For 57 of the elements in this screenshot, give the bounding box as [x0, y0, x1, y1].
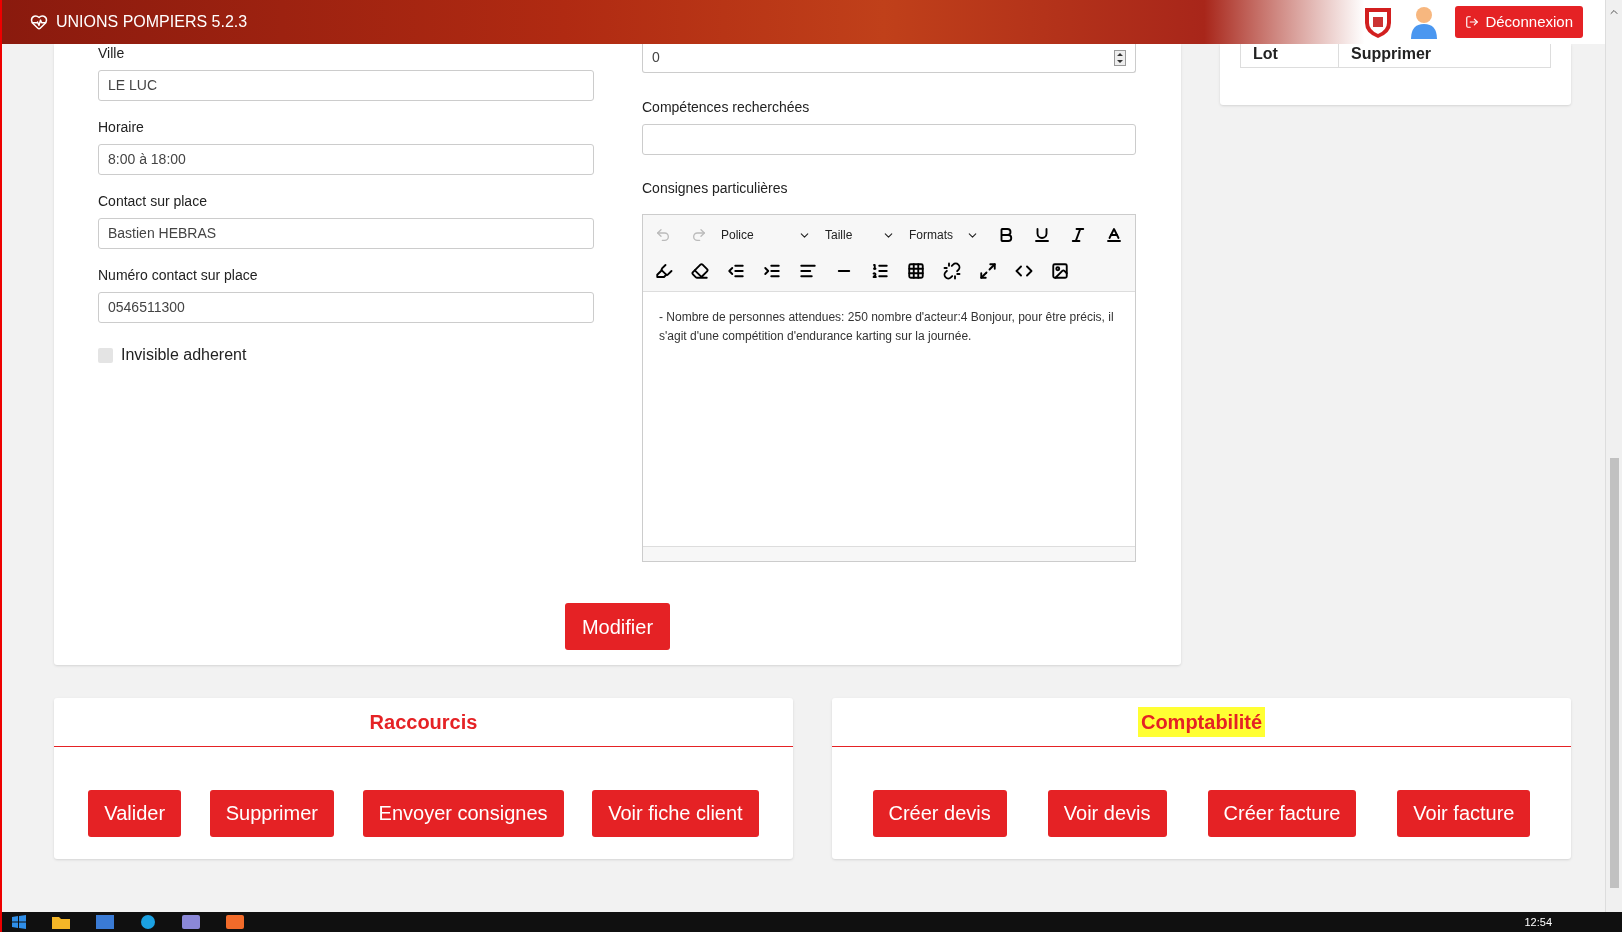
unlink-icon[interactable] [943, 262, 961, 280]
windows-logo-icon[interactable] [12, 915, 26, 929]
panel-title: Comptabilité [1137, 707, 1266, 737]
globe-icon[interactable] [140, 914, 156, 930]
text-field[interactable] [642, 124, 1136, 155]
clock: 12:54 [1524, 914, 1552, 930]
field-label: Ville [98, 44, 126, 63]
font-dropdown[interactable]: Formats [909, 226, 979, 244]
spinner-arrows-icon [1114, 49, 1126, 66]
text-field[interactable]: 0546511300 [98, 292, 594, 323]
text-field[interactable]: Bastien HEBRAS [98, 218, 594, 249]
fullscreen-icon[interactable] [979, 262, 997, 280]
indent-icon[interactable] [763, 262, 781, 280]
scrollbar[interactable] [1605, 0, 1622, 912]
field-label: Compétences recherchées [642, 98, 811, 117]
font-dropdown[interactable]: Police [721, 226, 811, 244]
app-title: UNIONS POMPIERS 5.2.3 [56, 12, 248, 32]
folder-icon[interactable] [52, 915, 70, 929]
logout-button[interactable]: Déconnexion [1455, 6, 1583, 38]
italic-icon[interactable] [1069, 226, 1087, 244]
numbered-list-icon[interactable] [871, 262, 889, 280]
action-button[interactable]: Créer devis [872, 789, 1007, 837]
action-button[interactable]: Valider [88, 789, 182, 837]
underline-icon[interactable] [1033, 226, 1051, 244]
highlighter-icon[interactable] [655, 262, 673, 280]
action-button[interactable]: Supprimer [209, 789, 334, 837]
table-icon[interactable] [907, 262, 925, 280]
column-header: Lot [1241, 44, 1339, 67]
text-color-icon[interactable] [1105, 226, 1123, 244]
panel-title: Raccourcis [368, 710, 479, 735]
eraser-icon[interactable] [691, 262, 709, 280]
checkbox[interactable] [98, 347, 113, 363]
text-field[interactable]: LE LUC [98, 70, 594, 101]
logout-icon [1465, 15, 1480, 29]
action-button[interactable]: Envoyer consignes [362, 789, 564, 837]
column-header: Supprimer [1350, 44, 1432, 64]
shield-logo-icon [1363, 5, 1394, 39]
action-button[interactable]: Créer facture [1207, 789, 1357, 837]
align-left-icon[interactable] [799, 262, 817, 280]
font-dropdown[interactable]: Taille [825, 226, 895, 244]
number-field[interactable]: 0 [642, 43, 1136, 73]
text-field[interactable]: 8:00 à 18:00 [98, 144, 594, 175]
image-icon[interactable] [1051, 262, 1069, 280]
field-label: Numéro contact sur place [98, 266, 259, 285]
outdent-icon[interactable] [727, 262, 745, 280]
checkbox-label: Invisible adherent [121, 345, 247, 365]
editor-content[interactable]: - Nombre de personnes attendues: 250 nombre d'acteur:4 Bonjour, pour être précis, il s'agit d'une compétition d'endurance karting sur la journée. [643, 292, 1135, 546]
user-avatar-icon [1409, 5, 1440, 39]
action-button[interactable]: Voir fiche client [592, 789, 759, 837]
heart-pulse-icon [30, 13, 48, 31]
action-button[interactable]: Voir facture [1397, 789, 1531, 837]
field-label: Contact sur place [98, 192, 208, 211]
field-label: Consignes particulières [642, 179, 789, 198]
action-button[interactable]: Voir devis [1047, 789, 1167, 837]
field-label: Horaire [98, 118, 145, 137]
scroll-thumb[interactable] [1609, 458, 1619, 888]
modify-button[interactable]: Modifier [564, 603, 671, 650]
